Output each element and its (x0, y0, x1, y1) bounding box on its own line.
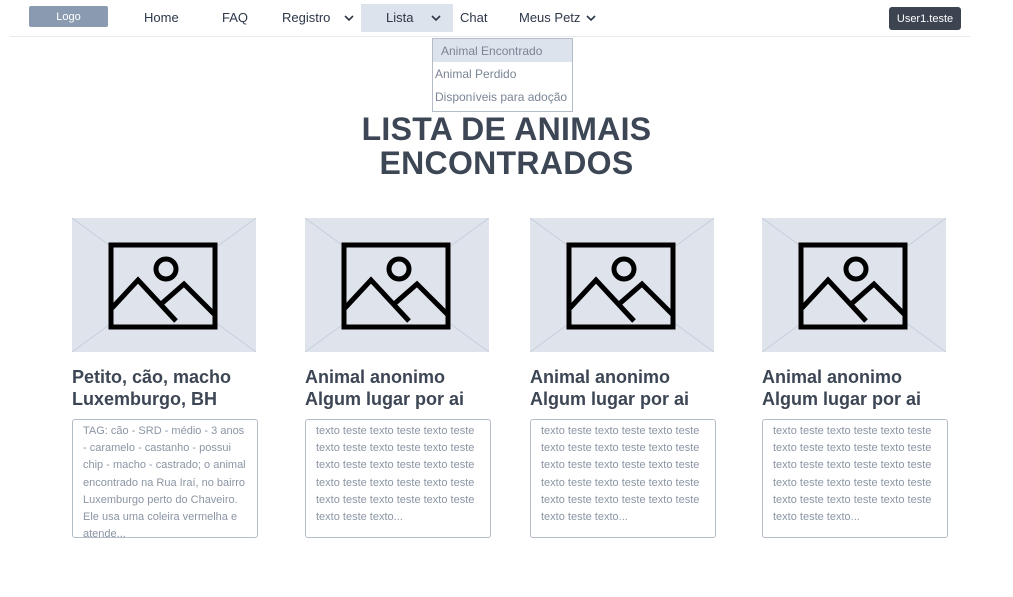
card-description: texto teste texto teste texto teste text… (762, 419, 948, 538)
menu-item-animal-encontrado[interactable]: Animal Encontrado (433, 39, 572, 62)
user-account-button[interactable]: User1.teste (889, 7, 961, 30)
nav-registro[interactable]: Registro (282, 10, 354, 25)
animal-image-placeholder (530, 218, 714, 352)
animal-card[interactable]: Petito, cão, macho Luxemburgo, BH TAG: c… (72, 218, 258, 538)
card-title-line1: Animal anonimo (305, 367, 446, 387)
logo[interactable]: Logo (29, 6, 108, 27)
nav-registro-label: Registro (282, 10, 331, 25)
card-title-line2: Algum lugar por ai (305, 389, 465, 409)
nav-lista-label: Lista (386, 10, 414, 25)
card-title[interactable]: Animal anonimo Algum lugar por ai (762, 366, 962, 410)
card-title[interactable]: Petito, cão, macho Luxemburgo, BH (72, 366, 272, 410)
animal-card[interactable]: Animal anonimo Algum lugar por ai texto … (762, 218, 948, 538)
animal-image-placeholder (305, 218, 489, 352)
animal-image-placeholder (762, 218, 946, 352)
nav-chat[interactable]: Chat (460, 10, 487, 25)
nav-chat-label: Chat (460, 10, 488, 25)
card-title-line1: Animal anonimo (530, 367, 671, 387)
menu-item-animal-perdido[interactable]: Animal Perdido (433, 62, 572, 85)
card-title[interactable]: Animal anonimo Algum lugar por ai (530, 366, 730, 410)
image-placeholder-icon (762, 218, 946, 352)
nav-faq[interactable]: FAQ (222, 10, 248, 25)
nav-home[interactable]: Home (144, 10, 179, 25)
animal-card[interactable]: Animal anonimo Algum lugar por ai texto … (305, 218, 491, 538)
nav-home-label: Home (144, 10, 179, 25)
card-description: TAG: cão - SRD - médio - 3 anos - carame… (72, 419, 258, 538)
chevron-down-icon (344, 14, 354, 21)
animal-image-placeholder (72, 218, 256, 352)
menu-item-disponiveis-adocao[interactable]: Disponíveis para adoção (433, 85, 572, 108)
chevron-down-icon (431, 14, 442, 21)
card-description: texto teste texto teste texto teste text… (305, 419, 491, 538)
nav-meus-petz[interactable]: Meus Petz (519, 10, 596, 25)
page-title-line2: ENCONTRADOS (379, 145, 634, 181)
nav-meus-petz-label: Meus Petz (519, 10, 581, 25)
card-title-line1: Petito, cão, macho (72, 367, 232, 387)
nav-faq-label: FAQ (222, 10, 249, 25)
card-title-line2: Algum lugar por ai (530, 389, 690, 409)
image-placeholder-icon (305, 218, 489, 352)
card-title-line2: Luxemburgo, BH (72, 389, 218, 409)
chevron-down-icon (586, 14, 596, 21)
image-placeholder-icon (530, 218, 714, 352)
card-title[interactable]: Animal anonimo Algum lugar por ai (305, 366, 505, 410)
image-placeholder-icon (72, 218, 256, 352)
card-title-line2: Algum lugar por ai (762, 389, 922, 409)
card-description: texto teste texto teste texto teste text… (530, 419, 716, 538)
lista-dropdown-menu: Animal Encontrado Animal Perdido Disponí… (432, 38, 573, 112)
animal-card[interactable]: Animal anonimo Algum lugar por ai texto … (530, 218, 716, 538)
nav-lista[interactable]: Lista (386, 10, 442, 25)
page-title: LISTA DE ANIMAIS ENCONTRADOS (0, 112, 1013, 180)
page-title-line1: LISTA DE ANIMAIS (361, 111, 652, 147)
card-title-line1: Animal anonimo (762, 367, 903, 387)
